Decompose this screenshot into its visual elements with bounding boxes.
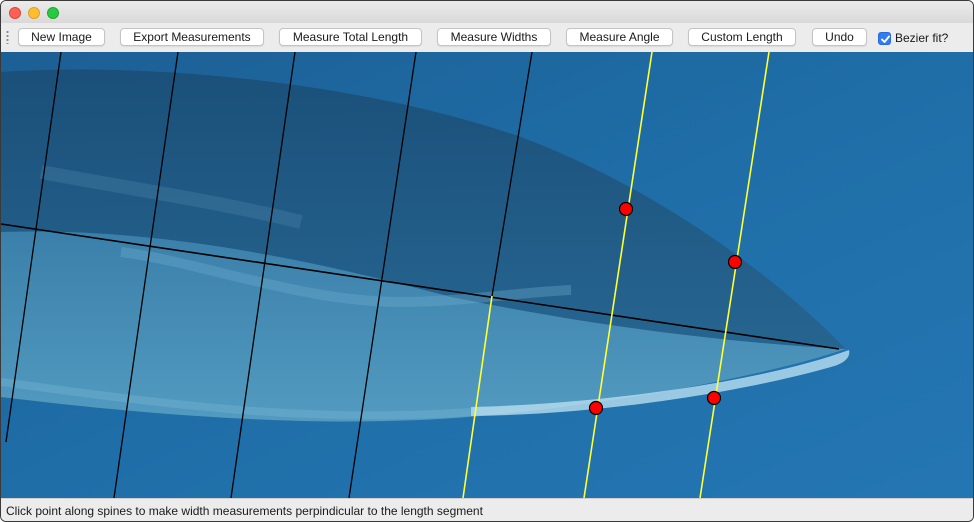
marker-point[interactable] — [588, 400, 604, 416]
measure-angle-button[interactable]: Measure Angle — [566, 28, 673, 46]
status-bar: Click point along spines to make width m… — [1, 498, 973, 521]
bezier-fit-checkbox[interactable] — [878, 31, 891, 45]
bezier-fit-toggle[interactable]: Bezier fit? — [878, 31, 948, 45]
bezier-fit-label: Bezier fit? — [895, 31, 949, 45]
export-measurements-button[interactable]: Export Measurements — [120, 28, 264, 46]
measure-widths-button[interactable]: Measure Widths — [437, 28, 551, 46]
grip-icon[interactable] — [6, 30, 9, 44]
marker-point[interactable] — [727, 254, 743, 270]
marker-point[interactable] — [706, 390, 722, 406]
custom-length-button[interactable]: Custom Length — [688, 28, 796, 46]
image-canvas[interactable] — [1, 52, 973, 498]
marker-point[interactable] — [618, 201, 634, 217]
app-window: New Image Export Measurements Measure To… — [0, 0, 974, 522]
close-icon[interactable] — [9, 7, 21, 19]
whale-image — [1, 52, 973, 498]
checkmark-icon — [881, 35, 890, 43]
minimize-icon[interactable] — [28, 7, 40, 19]
new-image-button[interactable]: New Image — [18, 28, 105, 46]
undo-button[interactable]: Undo — [812, 28, 867, 46]
status-message: Click point along spines to make width m… — [6, 504, 483, 518]
title-bar — [1, 1, 973, 23]
toolbar: New Image Export Measurements Measure To… — [1, 23, 973, 53]
measure-total-length-button[interactable]: Measure Total Length — [279, 28, 422, 46]
maximize-icon[interactable] — [47, 7, 59, 19]
